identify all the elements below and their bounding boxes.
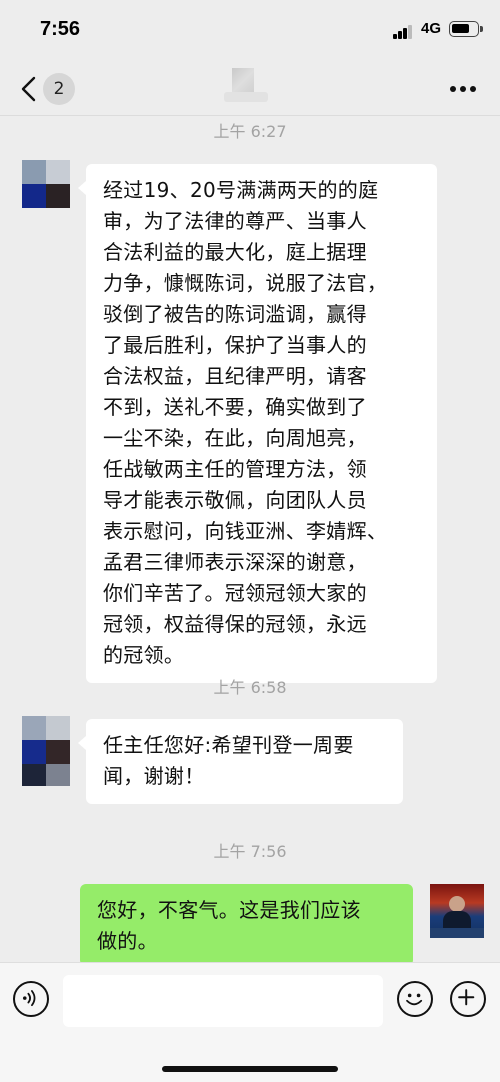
message-timestamp: 上午 6:27 bbox=[213, 122, 287, 141]
voice-icon[interactable] bbox=[13, 981, 49, 1017]
sender-avatar[interactable] bbox=[22, 160, 70, 208]
plus-icon[interactable] bbox=[450, 981, 486, 1017]
input-bar bbox=[0, 962, 500, 1082]
status-time: 7:56 bbox=[40, 18, 81, 40]
own-avatar[interactable] bbox=[430, 884, 484, 938]
sender-avatar[interactable] bbox=[22, 716, 70, 786]
message-timestamp: 上午 6:58 bbox=[213, 678, 287, 697]
message-bubble-sent[interactable]: 您好，不客气。这是我们应该 做的。 bbox=[80, 884, 413, 966]
home-indicator[interactable] bbox=[162, 1066, 338, 1072]
message-bubble[interactable]: 任主任您好:希望刊登一周要 闻，谢谢！ bbox=[78, 719, 403, 804]
message-timestamp: 上午 7:56 bbox=[213, 842, 287, 861]
emoji-icon[interactable] bbox=[397, 981, 433, 1017]
network-label: 4G bbox=[421, 20, 442, 37]
chat-header: 2 bbox=[0, 62, 500, 116]
message-input[interactable] bbox=[63, 975, 383, 1027]
chevron-left-icon[interactable] bbox=[18, 76, 42, 102]
message-bubble[interactable]: 经过19、20号满满两天的的庭 审，为了法律的尊严、当事人 合法利益的最大化，庭… bbox=[78, 164, 437, 683]
status-bar: 7:56 4G bbox=[0, 0, 500, 62]
battery-icon bbox=[449, 21, 483, 37]
signal-icon bbox=[393, 23, 413, 39]
chat-title-avatar-blurred bbox=[222, 68, 278, 104]
ellipsis-icon[interactable] bbox=[450, 86, 476, 92]
unread-count-badge[interactable]: 2 bbox=[43, 73, 75, 105]
